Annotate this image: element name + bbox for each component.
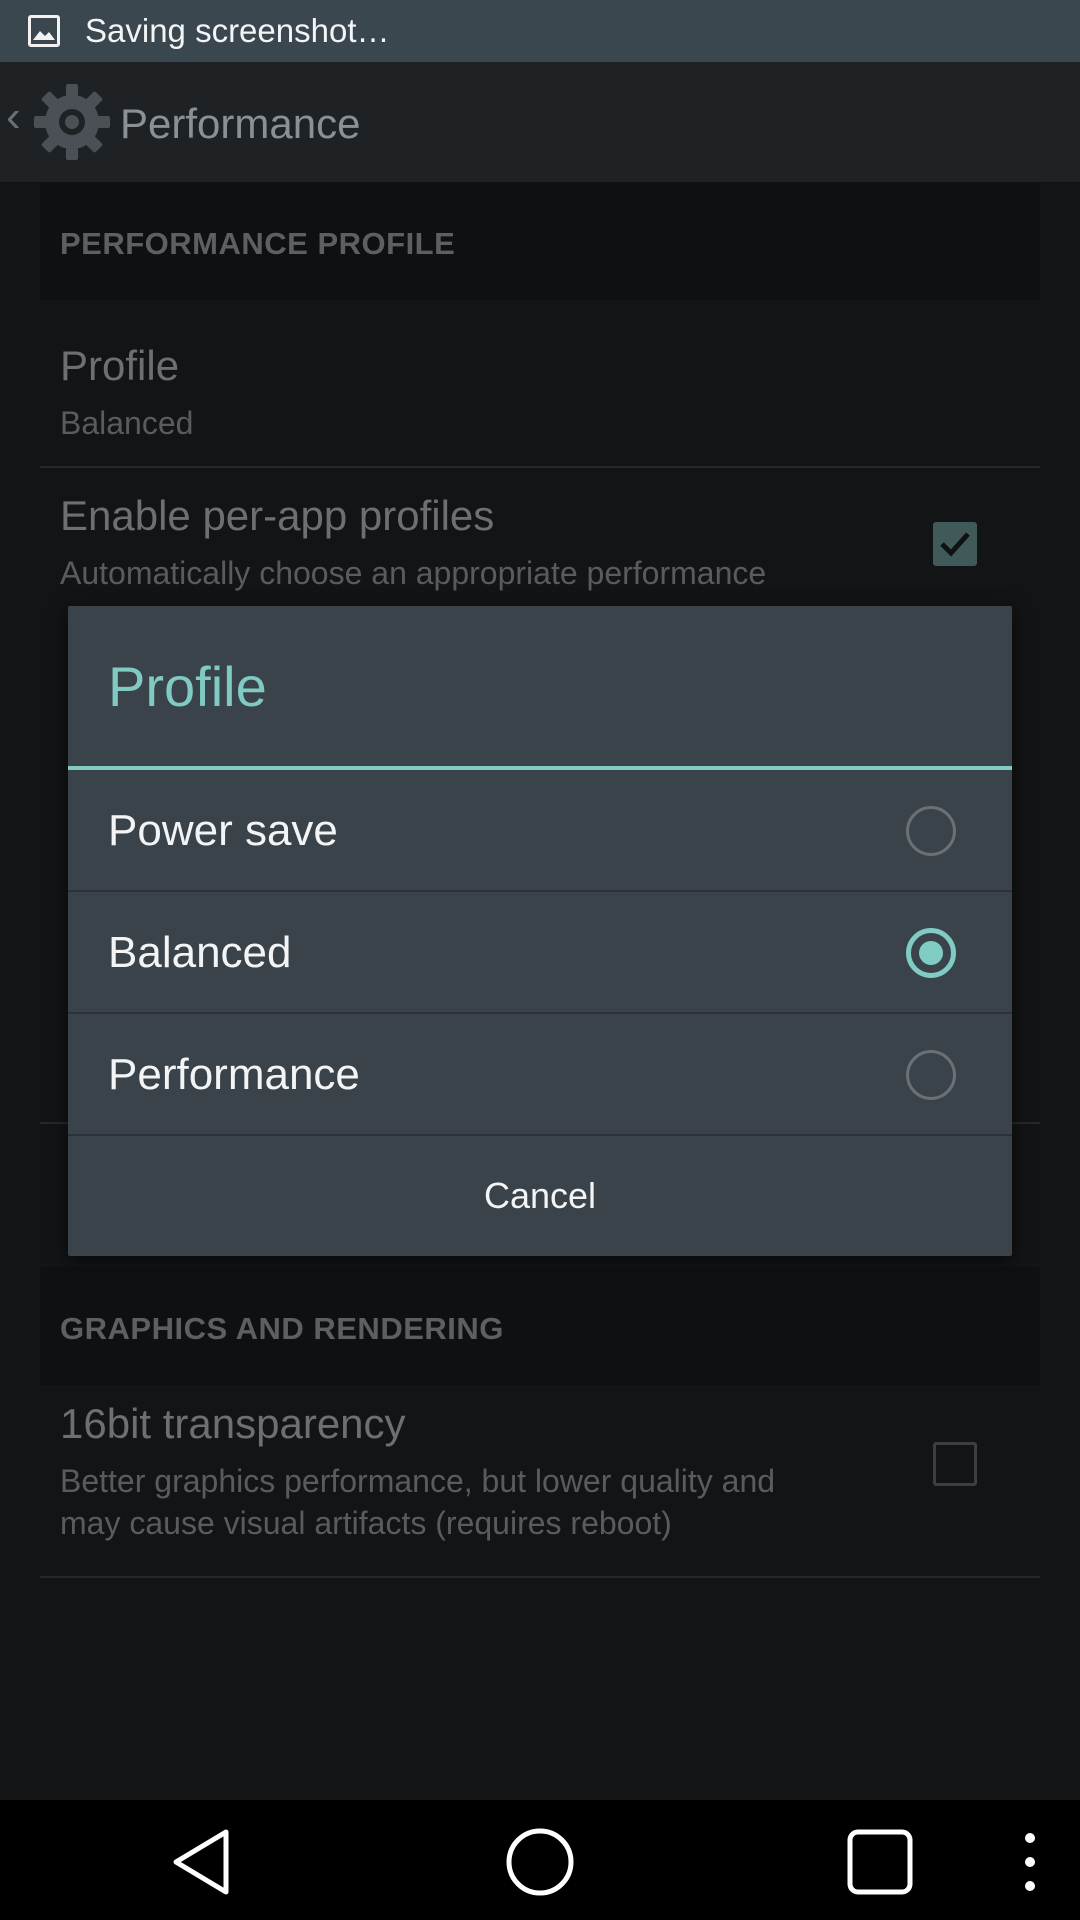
pref-summary: may cause visual artifacts (requires reb…: [60, 1505, 672, 1541]
dialog-title: Profile: [108, 655, 267, 718]
option-label: Performance: [108, 1050, 360, 1099]
pref-title: 16bit transparency: [60, 1400, 406, 1447]
radio-button[interactable]: [906, 806, 956, 856]
navigation-bar: [0, 1800, 1080, 1920]
recents-icon[interactable]: [842, 1824, 918, 1900]
pref-title: Profile: [60, 342, 180, 389]
pref-title: Enable per-app profiles: [60, 492, 495, 539]
gear-icon[interactable]: [32, 82, 112, 162]
pref-16bit-transparency[interactable]: 16bit transparency Better graphics perfo…: [40, 1400, 1040, 1578]
pref-profile[interactable]: Profile Balanced: [40, 322, 1040, 468]
pref-summary: Better graphics performance, but lower q…: [60, 1463, 776, 1499]
option-label: Balanced: [108, 928, 292, 977]
home-icon[interactable]: [502, 1824, 578, 1900]
action-bar: ‹ Performance: [0, 62, 1080, 182]
option-performance[interactable]: Performance: [68, 1014, 1012, 1136]
radio-button[interactable]: [906, 1050, 956, 1100]
status-notification-text: Saving screenshot…: [85, 12, 390, 49]
transparency-checkbox[interactable]: [933, 1442, 977, 1486]
category-label: GRAPHICS AND RENDERING: [60, 1311, 504, 1346]
pref-summary: Balanced: [60, 405, 194, 441]
option-balanced[interactable]: Balanced: [68, 892, 1012, 1014]
option-label: Power save: [108, 806, 338, 855]
back-icon[interactable]: [164, 1824, 240, 1900]
page-title: Performance: [120, 100, 361, 147]
back-chevron-icon[interactable]: ‹: [6, 92, 21, 142]
radio-button-selected[interactable]: [906, 928, 956, 978]
cancel-button[interactable]: Cancel: [68, 1136, 1012, 1256]
image-icon: [28, 15, 60, 47]
profile-dialog: Profile Power save Balanced Performance …: [68, 606, 1012, 1256]
per-app-checkbox[interactable]: [933, 522, 977, 566]
category-label: PERFORMANCE PROFILE: [60, 226, 456, 261]
option-power-save[interactable]: Power save: [68, 770, 1012, 892]
status-bar: Saving screenshot…: [0, 0, 1080, 62]
category-header-performance-profile: PERFORMANCE PROFILE: [40, 182, 1040, 300]
category-header-graphics: GRAPHICS AND RENDERING: [40, 1267, 1040, 1385]
pref-summary: Automatically choose an appropriate perf…: [60, 555, 767, 591]
overflow-menu-icon[interactable]: [1012, 1824, 1048, 1900]
